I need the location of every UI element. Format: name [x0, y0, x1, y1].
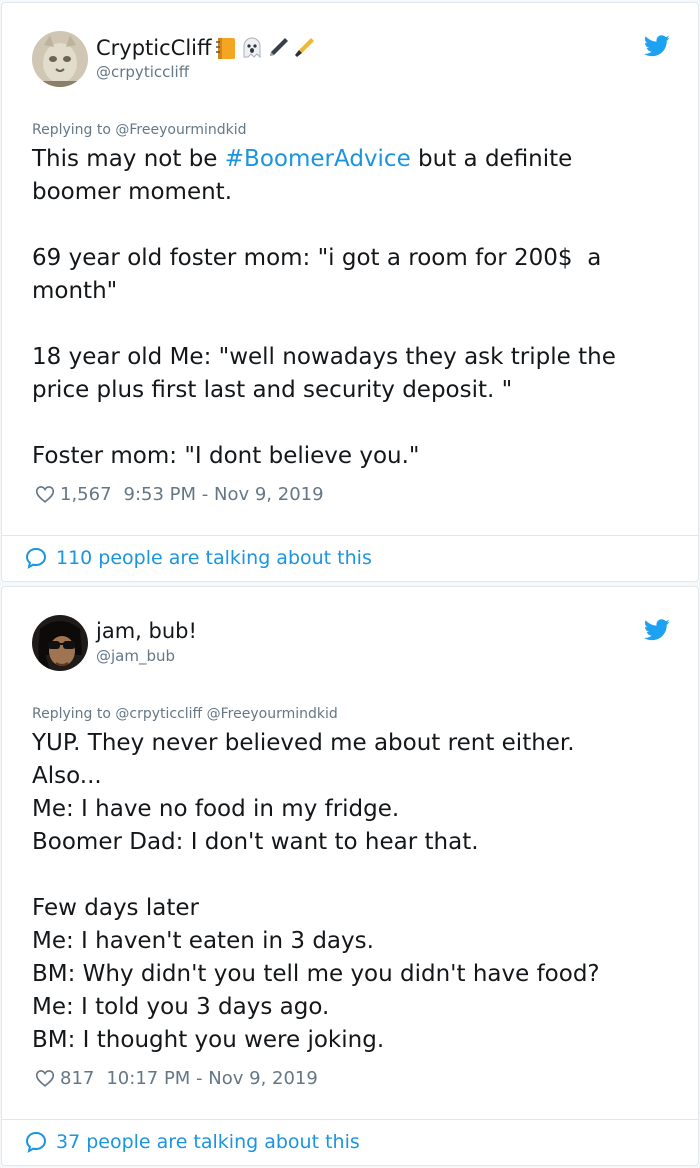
tweet-line: Foster mom: "I dont believe you." — [32, 443, 420, 469]
tweet-line: Few days later — [32, 895, 199, 921]
pen-icon — [265, 35, 291, 61]
tweet-card[interactable]: CrypticCliff @crpyticcliff Replying to @… — [1, 2, 699, 582]
divider — [2, 1119, 698, 1120]
avatar[interactable] — [32, 615, 88, 671]
tweet-line — [32, 407, 658, 440]
replying-to[interactable]: Replying to @crpyticcliff @Freeyourmindk… — [32, 706, 668, 722]
tweet-card[interactable]: jam, bub! @jam_bub Replying to @crpyticc… — [1, 586, 699, 1166]
tweet-meta: 1,567 9:53 PM - Nov 9, 2019 — [34, 483, 324, 505]
like-count: 817 — [60, 1067, 95, 1089]
name-emojis — [213, 35, 317, 61]
user-handle[interactable]: @jam_bub — [96, 647, 175, 665]
tweet-timestamp[interactable]: 10:17 PM - Nov 9, 2019 — [106, 1068, 317, 1089]
tweet-line — [32, 308, 658, 341]
tweet-line: This may not be #BoomerAdvice but a defi… — [32, 146, 573, 172]
tweet-text: YUP. They never believed me about rent e… — [32, 727, 658, 1057]
tweet-line: Boomer Dad: I don't want to hear that. — [32, 829, 479, 855]
tweet-line: YUP. They never believed me about rent e… — [32, 730, 575, 756]
talking-label: 110 people are talking about this — [56, 547, 372, 569]
fountain-pen-icon — [291, 35, 317, 61]
tweet-line: BM: I thought you were joking. — [32, 1027, 385, 1053]
tweet-line: Me: I haven't eaten in 3 days. — [32, 928, 374, 954]
tweet-line: month" — [32, 278, 118, 304]
display-name[interactable]: jam, bub! — [96, 619, 197, 643]
tweet-line: Also... — [32, 763, 102, 789]
replying-to[interactable]: Replying to @Freeyourmindkid — [32, 122, 668, 138]
tweet-line: BM: Why didn't you tell me you didn't ha… — [32, 961, 600, 987]
tweet-timestamp[interactable]: 9:53 PM - Nov 9, 2019 — [124, 484, 324, 505]
tweet-header: CrypticCliff @crpyticcliff — [32, 31, 670, 91]
talking-label: 37 people are talking about this — [56, 1131, 360, 1153]
tweet-line: boomer moment. — [32, 179, 233, 205]
speech-bubble-icon — [24, 546, 48, 570]
speech-bubble-icon — [24, 1130, 48, 1154]
heart-icon[interactable] — [34, 1067, 56, 1089]
tweet-header: jam, bub! @jam_bub — [32, 615, 670, 675]
twitter-bird-icon[interactable] — [643, 35, 670, 57]
display-name[interactable]: CrypticCliff — [96, 35, 317, 61]
tweet-line: 18 year old Me: "well nowadays they ask … — [32, 344, 616, 370]
tweet-meta: 817 10:17 PM - Nov 9, 2019 — [34, 1067, 318, 1089]
heart-icon[interactable] — [34, 483, 56, 505]
tweet-line: Me: I told you 3 days ago. — [32, 994, 330, 1020]
ghost-icon — [239, 35, 265, 61]
tweet-line — [32, 209, 658, 242]
tweet-line — [32, 859, 658, 892]
tweet-line: price plus first last and security depos… — [32, 377, 513, 403]
tweet-text: This may not be #BoomerAdvice but a defi… — [32, 143, 658, 473]
tweet-line: 69 year old foster mom: "i got a room fo… — [32, 245, 602, 271]
notebook-icon — [213, 35, 239, 61]
talking-link[interactable]: 110 people are talking about this — [24, 546, 372, 570]
like-count: 1,567 — [60, 483, 112, 505]
avatar[interactable] — [32, 31, 88, 87]
user-handle[interactable]: @crpyticcliff — [96, 63, 189, 81]
twitter-bird-icon[interactable] — [643, 619, 670, 641]
talking-link[interactable]: 37 people are talking about this — [24, 1130, 360, 1154]
tweet-line: Me: I have no food in my fridge. — [32, 796, 400, 822]
hashtag-link[interactable]: #BoomerAdvice — [225, 146, 411, 172]
divider — [2, 535, 698, 536]
